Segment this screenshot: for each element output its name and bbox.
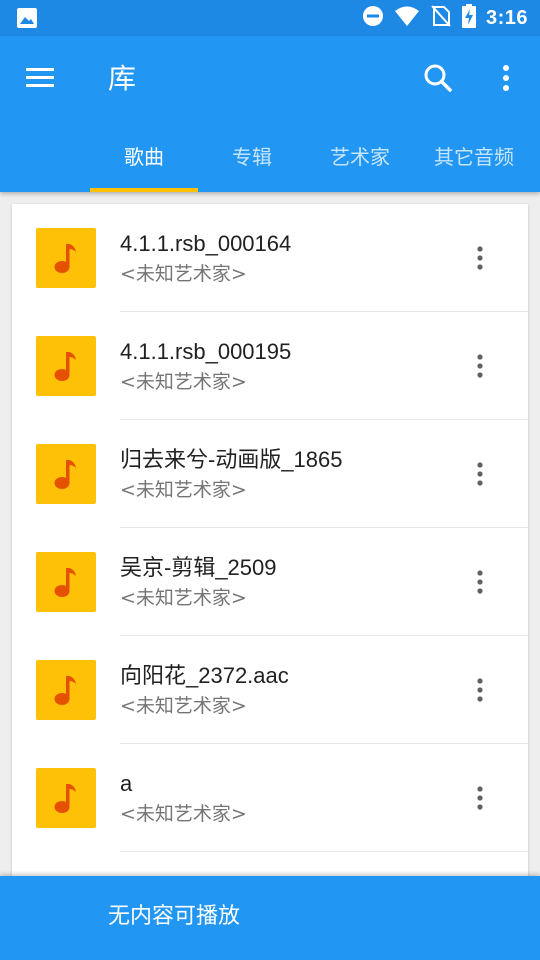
menu-button[interactable] — [24, 62, 60, 94]
tab-label: 专辑 — [232, 145, 272, 169]
song-title: 4.1.1.rsb_000164 — [120, 231, 292, 256]
tab-label: 歌曲 — [124, 145, 164, 169]
song-options-button[interactable] — [464, 350, 496, 382]
song-row[interactable]: a <未知艺术家> — [12, 744, 528, 852]
tab-label: 艺术家 — [330, 145, 390, 169]
song-options-button[interactable] — [464, 782, 496, 814]
tab-bar: 歌曲 专辑 艺术家 其它音频 — [90, 128, 540, 192]
dnd-icon — [362, 5, 384, 31]
status-bar: 3:16 — [0, 0, 540, 36]
song-artist: <未知艺术家> — [120, 803, 247, 825]
more-vert-icon — [492, 65, 520, 100]
search-button[interactable] — [420, 60, 456, 96]
song-options-button[interactable] — [464, 458, 496, 490]
more-vert-icon — [464, 462, 496, 494]
album-art — [36, 768, 96, 828]
more-vert-icon — [464, 570, 496, 602]
song-artist: <未知艺术家> — [120, 263, 247, 285]
song-row[interactable]: 归去来兮-动画版_1865 <未知艺术家> — [12, 420, 528, 528]
tab-label: 其它音频 — [434, 145, 514, 169]
song-row[interactable]: 吴京-剪辑_2509 <未知艺术家> — [12, 528, 528, 636]
app-bar: 库 歌曲 专辑 艺术家 其它音频 — [0, 36, 540, 192]
search-icon — [420, 64, 456, 100]
now-playing-text: 无内容可播放 — [108, 904, 241, 929]
tab-indicator — [90, 188, 198, 192]
no-sim-icon — [430, 4, 452, 32]
song-title: 向阳花_2372.aac — [120, 663, 289, 688]
wifi-icon — [394, 5, 420, 31]
song-row[interactable]: 4.1.1.rsb_000164 <未知艺术家> — [12, 204, 528, 312]
overflow-menu-button[interactable] — [492, 60, 520, 96]
more-vert-icon — [464, 786, 496, 818]
song-title: a — [120, 771, 133, 796]
tab-songs[interactable]: 歌曲 — [90, 128, 198, 192]
album-art — [36, 336, 96, 396]
more-vert-icon — [464, 246, 496, 278]
song-options-button[interactable] — [464, 674, 496, 706]
image-icon — [16, 7, 38, 29]
song-artist: <未知艺术家> — [120, 695, 247, 717]
song-options-button[interactable] — [464, 566, 496, 598]
divider — [120, 851, 528, 852]
album-art — [36, 444, 96, 504]
song-title: 吴京-剪辑_2509 — [120, 555, 277, 580]
tab-other-audio[interactable]: 其它音频 — [414, 128, 534, 192]
page-title: 库 — [108, 62, 137, 95]
song-list: 4.1.1.rsb_000164 <未知艺术家> 4.1.1.rsb_00019… — [12, 204, 528, 904]
song-row[interactable]: 向阳花_2372.aac <未知艺术家> — [12, 636, 528, 744]
battery-charging-icon — [461, 4, 476, 32]
song-artist: <未知艺术家> — [120, 587, 247, 609]
more-vert-icon — [464, 678, 496, 710]
tab-artists[interactable]: 艺术家 — [306, 128, 414, 192]
song-title: 4.1.1.rsb_000195 — [120, 339, 292, 364]
album-art — [36, 660, 96, 720]
song-artist: <未知艺术家> — [120, 371, 247, 393]
clock: 3:16 — [485, 6, 528, 29]
song-artist: <未知艺术家> — [120, 479, 247, 501]
song-row[interactable]: 4.1.1.rsb_000195 <未知艺术家> — [12, 312, 528, 420]
now-playing-bar[interactable]: 无内容可播放 — [0, 876, 540, 960]
album-art — [36, 228, 96, 288]
album-art — [36, 552, 96, 612]
more-vert-icon — [464, 354, 496, 386]
song-title: 归去来兮-动画版_1865 — [120, 447, 343, 472]
tab-albums[interactable]: 专辑 — [198, 128, 306, 192]
menu-icon — [24, 68, 56, 98]
song-options-button[interactable] — [464, 242, 496, 274]
